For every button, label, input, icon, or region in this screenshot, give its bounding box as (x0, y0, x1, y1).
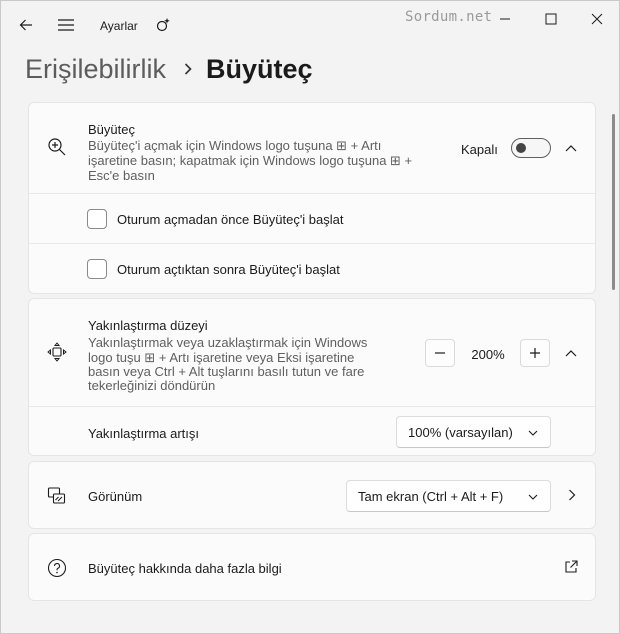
window-title: Ayarlar (100, 19, 138, 33)
magnifier-desc-1: Büyüteç'i açmak için Windows logo tuşuna… (88, 138, 382, 153)
zoom-move-icon (46, 341, 68, 363)
more-info-card[interactable]: Büyüteç hakkında daha fazla bilgi (28, 533, 596, 601)
view-dropdown[interactable]: Tam ekran (Ctrl + Alt + F) (346, 480, 551, 512)
view-value: Tam ekran (Ctrl + Alt + F) (358, 488, 504, 504)
toggle-knob (516, 143, 526, 153)
more-info-label: Büyüteç hakkında daha fazla bilgi (88, 561, 282, 576)
view-card[interactable]: Görünüm Tam ekran (Ctrl + Alt + F) (28, 461, 596, 529)
chevron-up-icon[interactable] (561, 343, 581, 363)
watermark-text: Sordum.net (405, 9, 493, 25)
vertical-scrollbar[interactable] (612, 114, 615, 290)
option-row-after-signin: Oturum açtıktan sonra Büyüteç'i başlat (29, 243, 595, 294)
zoom-desc-1: Yakınlaştırmak veya uzaklaştırmak için W… (88, 335, 368, 350)
checkbox-before-signin[interactable] (87, 209, 107, 229)
view-label: Görünüm (88, 489, 143, 504)
chevron-up-icon[interactable] (561, 138, 581, 158)
view-layers-icon (46, 485, 68, 507)
zoom-value: 200% (471, 347, 505, 362)
chevron-down-icon (526, 490, 540, 504)
checkbox-after-signin[interactable] (87, 259, 107, 279)
settings-sparkle-icon (151, 13, 175, 37)
zoom-increment-row: Yakınlaştırma artışı 100% (varsayılan) (29, 406, 595, 456)
zoom-increment-label: Yakınlaştırma artışı (88, 426, 200, 441)
toggle-state-label: Kapalı (461, 142, 498, 157)
breadcrumb-parent[interactable]: Erişilebilirlik (25, 54, 166, 85)
zoom-level-row: Yakınlaştırma düzeyi Yakınlaştırmak veya… (29, 299, 595, 406)
magnifier-title: Büyüteç (88, 122, 135, 137)
close-button[interactable] (574, 5, 620, 33)
chevron-right-icon[interactable] (562, 485, 582, 505)
magnifier-desc-2: işaretine basın; kapatmak için Windows l… (88, 153, 413, 168)
view-row[interactable]: Görünüm Tam ekran (Ctrl + Alt + F) (29, 462, 595, 528)
zoom-card: Yakınlaştırma düzeyi Yakınlaştırmak veya… (28, 298, 596, 456)
more-info-row[interactable]: Büyüteç hakkında daha fazla bilgi (29, 534, 595, 600)
help-circle-icon (46, 557, 68, 579)
settings-window: Ayarlar Sordum.net Erişilebilirlik Büyüt… (0, 0, 620, 634)
option-label-after-signin: Oturum açtıktan sonra Büyüteç'i başlat (117, 262, 340, 277)
magnifier-header-row[interactable]: Büyüteç Büyüteç'i açmak için Windows log… (29, 103, 595, 193)
option-label-before-signin: Oturum açmadan önce Büyüteç'i başlat (117, 212, 344, 227)
page-title: Büyüteç (206, 53, 313, 84)
zoom-title: Yakınlaştırma düzeyi (88, 318, 208, 333)
zoom-increment-value: 100% (varsayılan) (408, 424, 513, 440)
magnifier-card: Büyüteç Büyüteç'i açmak için Windows log… (28, 102, 596, 294)
magnifier-toggle[interactable] (511, 138, 551, 158)
hamburger-menu-icon[interactable] (54, 13, 78, 37)
zoom-in-button[interactable] (520, 339, 550, 367)
title-bar: Ayarlar Sordum.net (1, 1, 619, 49)
magnifier-icon (46, 136, 68, 158)
zoom-desc-3: basın veya Ctrl + Alt tuşlarını basılı t… (88, 364, 365, 379)
minimize-button[interactable] (482, 5, 528, 33)
magnifier-desc-3: Esc'e basın (88, 168, 155, 183)
back-arrow-icon[interactable] (14, 13, 38, 37)
zoom-out-button[interactable] (425, 339, 455, 367)
option-row-before-signin: Oturum açmadan önce Büyüteç'i başlat (29, 193, 595, 243)
zoom-desc-4: tekerleğinizi döndürün (88, 378, 216, 393)
chevron-down-icon (526, 426, 540, 440)
zoom-desc-2: logo tuşu ⊞ + Artı işaretine veya Eksi i… (88, 350, 355, 365)
maximize-button[interactable] (528, 5, 574, 33)
external-link-icon[interactable] (561, 557, 581, 577)
chevron-right-icon (184, 63, 192, 75)
zoom-increment-dropdown[interactable]: 100% (varsayılan) (396, 416, 551, 448)
breadcrumb: Erişilebilirlik Büyüteç (25, 49, 313, 89)
